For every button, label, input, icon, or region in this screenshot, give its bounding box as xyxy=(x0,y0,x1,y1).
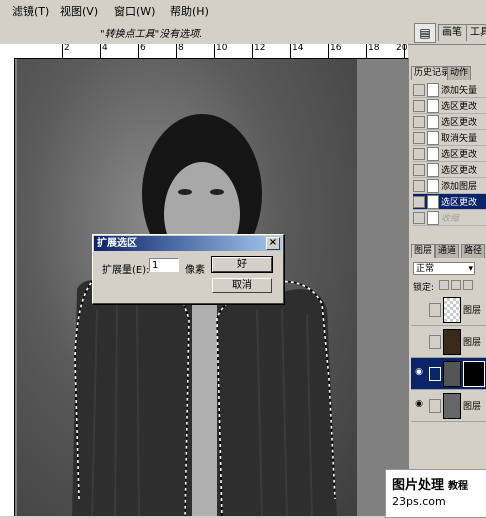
ruler-label: 8 xyxy=(178,44,184,53)
layer-mask-thumbnail xyxy=(463,361,485,387)
expand-selection-dialog: 扩展选区 × 扩展量(E): 1 像素 好 取消 xyxy=(92,234,284,304)
history-step-icon xyxy=(427,163,439,177)
ruler-label: 2 xyxy=(64,44,70,53)
watermark-line1b: 教程 xyxy=(448,481,469,492)
palette-well-icon[interactable]: ▤ xyxy=(414,23,436,43)
history-item[interactable]: 选区更改 xyxy=(413,162,486,178)
tab-paths[interactable]: 路径 xyxy=(461,244,486,258)
ruler-label: 16 xyxy=(330,44,342,53)
history-item[interactable]: 添加图层 xyxy=(413,178,486,194)
menu-window[interactable]: 窗口(W) xyxy=(114,3,155,19)
history-item[interactable]: 选区更改 xyxy=(413,114,486,130)
layer-row[interactable]: 图层 xyxy=(411,294,486,326)
ruler-label: 14 xyxy=(292,44,304,53)
history-item[interactable]: 取消矢量 xyxy=(413,130,486,146)
history-step-icon xyxy=(427,83,439,97)
tab-brushes[interactable]: 画笔 xyxy=(438,24,468,41)
close-icon[interactable]: × xyxy=(266,237,280,250)
history-step-icon xyxy=(427,179,439,193)
link-toggle[interactable] xyxy=(429,303,441,317)
ok-button[interactable]: 好 xyxy=(211,256,273,273)
tab-tools[interactable]: 工具 xyxy=(466,24,486,41)
blend-mode-select[interactable]: 正常 ▾ xyxy=(413,262,475,275)
expand-by-label: 扩展量(E): xyxy=(102,265,150,276)
tab-channels[interactable]: 通道 xyxy=(435,244,460,258)
history-item[interactable]: 选区更改 xyxy=(413,98,486,114)
layer-thumbnail xyxy=(443,297,461,323)
brush-icon[interactable] xyxy=(429,367,441,381)
eye-icon[interactable]: ◉ xyxy=(413,399,425,411)
tab-actions[interactable]: 动作 xyxy=(447,66,472,80)
tab-layers[interactable]: 图层 xyxy=(411,244,436,258)
layer-row[interactable]: 图层 xyxy=(411,326,486,358)
lock-image-checkbox[interactable] xyxy=(451,280,461,290)
panels-column: 历史记录 动作 添加矢量 选区更改 选区更改 取消矢量 选区更改 选区更改 添加… xyxy=(408,58,486,516)
ruler-label: 6 xyxy=(140,44,146,53)
eye-icon[interactable]: ◉ xyxy=(413,367,425,379)
link-toggle[interactable] xyxy=(429,335,441,349)
history-item[interactable]: 添加矢量 xyxy=(413,82,486,98)
ruler-label: 4 xyxy=(102,44,108,53)
expand-by-input[interactable]: 1 xyxy=(149,258,179,272)
history-step-icon xyxy=(427,131,439,145)
watermark-site: 23ps.com xyxy=(392,495,446,508)
history-step-icon xyxy=(427,195,439,209)
dialog-titlebar[interactable]: 扩展选区 × xyxy=(94,236,282,251)
layer-row-selected[interactable]: ◉ xyxy=(411,358,486,390)
menu-filter[interactable]: 滤镜(T) xyxy=(12,3,49,19)
dialog-title: 扩展选区 xyxy=(97,238,137,249)
ruler-label: 10 xyxy=(216,44,228,53)
ruler-label: 12 xyxy=(254,44,266,53)
tool-hint-text: "转换点工具"没有选项. xyxy=(100,29,203,40)
ruler-label: 18 xyxy=(368,44,380,53)
menu-view[interactable]: 视图(V) xyxy=(60,3,98,19)
lock-label: 锁定: xyxy=(413,283,435,293)
history-step-icon xyxy=(427,115,439,129)
ruler-horizontal: 2 4 6 8 10 12 14 16 18 20 xyxy=(0,44,408,59)
ruler-label: 20 xyxy=(396,44,408,53)
layer-thumbnail xyxy=(443,393,461,419)
history-step-icon xyxy=(427,211,439,225)
lock-position-checkbox[interactable] xyxy=(463,280,473,290)
watermark-line1: 图片处理 xyxy=(392,478,445,493)
history-item-selected[interactable]: 选区更改 xyxy=(413,194,486,210)
cancel-button[interactable]: 取消 xyxy=(212,278,272,293)
layer-thumbnail xyxy=(443,361,461,387)
menu-bar: 滤镜(T) 视图(V) 窗口(W) 帮助(H) xyxy=(0,0,486,21)
history-step-icon xyxy=(427,99,439,113)
lock-transparency-checkbox[interactable] xyxy=(439,280,449,290)
unit-label: 像素 xyxy=(185,265,205,276)
watermark-logo: 图片处理 教程 23ps.com xyxy=(385,469,486,518)
layer-thumbnail xyxy=(443,329,461,355)
history-item[interactable]: 收缩 xyxy=(413,210,486,226)
layer-row[interactable]: ◉ 图层 xyxy=(411,390,486,422)
history-step-icon xyxy=(427,147,439,161)
menu-help[interactable]: 帮助(H) xyxy=(170,3,209,19)
ruler-vertical xyxy=(0,58,15,516)
chevron-down-icon: ▾ xyxy=(468,264,473,274)
options-bar: "转换点工具"没有选项. ▤ xyxy=(0,20,486,45)
link-toggle[interactable] xyxy=(429,399,441,413)
history-item[interactable]: 选区更改 xyxy=(413,146,486,162)
